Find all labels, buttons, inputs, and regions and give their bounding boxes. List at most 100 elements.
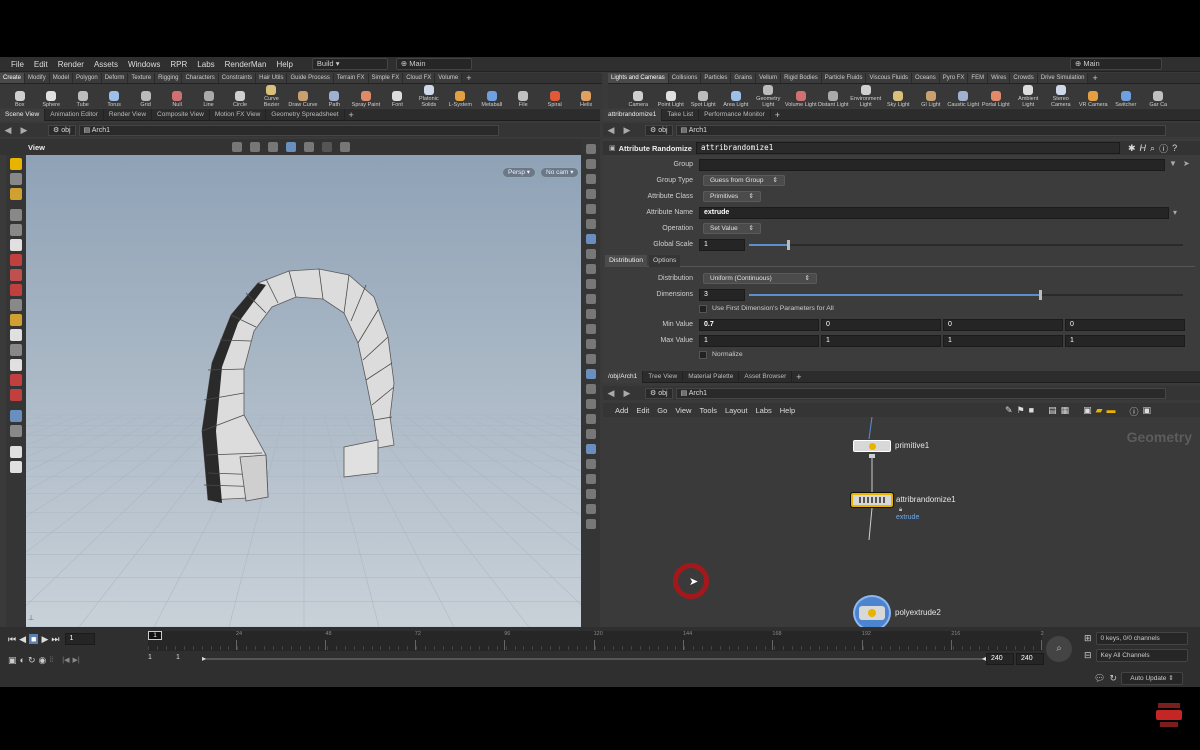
- pane-tab-2[interactable]: Render View: [104, 108, 153, 121]
- shelf-tab-cloud-fx[interactable]: Cloud FX: [403, 73, 436, 83]
- tool-spot-light[interactable]: Spot Light: [687, 84, 720, 108]
- add-pane-tab-icon[interactable]: +: [345, 110, 358, 120]
- shading-icon[interactable]: [304, 142, 314, 152]
- camera-menu[interactable]: No cam ▾: [540, 167, 580, 178]
- shelf-tab-volume[interactable]: Volume: [435, 73, 463, 83]
- viewer-option-icon-10[interactable]: [585, 294, 596, 304]
- select-icon[interactable]: [10, 209, 22, 221]
- chat-icon[interactable]: 💬︎: [1094, 673, 1105, 684]
- pane-tab-2[interactable]: Performance Monitor: [699, 108, 771, 121]
- tool-file[interactable]: File: [508, 84, 539, 108]
- add-pane-tab-icon[interactable]: +: [771, 110, 784, 120]
- viewer-option-icon-21[interactable]: [585, 459, 596, 469]
- auto-update-dropdown[interactable]: Auto Update ⇕: [1120, 672, 1183, 685]
- key-all-icon[interactable]: ⊟: [1084, 650, 1092, 661]
- persp-menu[interactable]: Persp ▾: [502, 167, 537, 178]
- tab-options[interactable]: Options: [649, 254, 681, 267]
- tool-font[interactable]: Font: [382, 84, 413, 108]
- tool-camera[interactable]: Camera: [622, 84, 655, 108]
- transform-icon[interactable]: [250, 142, 260, 152]
- menu-item-labs[interactable]: Labs: [192, 57, 219, 72]
- tool-volume-light[interactable]: Volume Light: [785, 84, 818, 108]
- shelf-tab-rigid-bodies[interactable]: Rigid Bodies: [781, 73, 822, 83]
- viewer-option-icon-14[interactable]: [585, 354, 596, 364]
- render-icon[interactable]: [10, 446, 22, 458]
- viewer-option-icon-7[interactable]: [585, 249, 596, 259]
- min-value-field-2[interactable]: 0: [943, 319, 1063, 331]
- select-icon[interactable]: [232, 142, 242, 152]
- group-field[interactable]: [699, 159, 1165, 171]
- primitive-node[interactable]: [853, 440, 891, 452]
- shelf-tab-crowds[interactable]: Crowds: [1010, 73, 1038, 83]
- tool-grid[interactable]: Grid: [130, 84, 161, 108]
- shelf-tab-pyro-fx[interactable]: Pyro FX: [939, 73, 969, 83]
- shelf-tab-oceans[interactable]: Oceans: [912, 73, 940, 83]
- pane-tab-4[interactable]: Motion FX View: [210, 108, 267, 121]
- network-path-root[interactable]: ⚙ obj: [645, 387, 673, 399]
- shelf-tab-terrain-fx[interactable]: Terrain FX: [333, 73, 369, 83]
- network-menu-help[interactable]: Help: [776, 406, 799, 415]
- keyframe-icon[interactable]: ⊞: [1084, 633, 1092, 644]
- record-icon[interactable]: ◉: [39, 655, 47, 666]
- tool-area-light[interactable]: Area Light: [720, 84, 753, 108]
- viewer-option-icon-22[interactable]: [585, 474, 596, 484]
- viewer-option-icon-23[interactable]: [585, 489, 596, 499]
- prev-key-icon[interactable]: |◀: [62, 656, 69, 664]
- tool-helix[interactable]: Helix: [570, 84, 601, 108]
- shelf-tab-constraints[interactable]: Constraints: [218, 73, 257, 83]
- gear-icon[interactable]: ✱: [1128, 143, 1136, 154]
- shelf-tab-deform[interactable]: Deform: [101, 73, 129, 83]
- network-menu-labs[interactable]: Labs: [751, 406, 775, 415]
- camera-icon[interactable]: [340, 142, 350, 152]
- current-frame-field[interactable]: 1: [64, 633, 95, 645]
- range-start-a[interactable]: 1: [148, 654, 152, 661]
- timeline-playhead[interactable]: 1: [148, 631, 162, 640]
- add-shelf-tab-icon[interactable]: +: [462, 73, 475, 83]
- viewer-option-icon-12[interactable]: [585, 324, 596, 334]
- range-start-b[interactable]: 1: [176, 654, 180, 661]
- jump-end-icon[interactable]: ⏭: [51, 634, 59, 645]
- audio-icon[interactable]: ⌕: [1046, 636, 1072, 662]
- range-start-handle[interactable]: ▸: [202, 654, 206, 663]
- viewer-option-icon-9[interactable]: [585, 279, 596, 289]
- menu-item-renderman[interactable]: RenderMan: [220, 57, 272, 72]
- menu-item-file[interactable]: File: [6, 57, 29, 72]
- group-type-menu[interactable]: Guess from Group ⇕: [703, 175, 785, 186]
- network-menu-tools[interactable]: Tools: [695, 406, 721, 415]
- viewer-option-icon-18[interactable]: [585, 414, 596, 424]
- pane-tab-3[interactable]: Composite View: [152, 108, 210, 121]
- menu-item-edit[interactable]: Edit: [29, 57, 53, 72]
- pane-tab-2[interactable]: Material Palette: [683, 370, 740, 383]
- path-root[interactable]: ⚙ obj: [48, 124, 76, 136]
- pane-tab-1[interactable]: Animation Editor: [45, 108, 104, 121]
- shelf-tab-texture[interactable]: Texture: [128, 73, 156, 83]
- refresh-icon[interactable]: ↻: [1109, 673, 1117, 684]
- param-path-node[interactable]: ▤ Arch1: [675, 124, 1166, 136]
- global-scale-handle[interactable]: [787, 240, 791, 250]
- desktop-dropdown[interactable]: Build ▾: [311, 58, 388, 70]
- loop-icon[interactable]: ↻: [28, 655, 36, 666]
- right-main-dropdown[interactable]: ⊕ Main: [1070, 58, 1162, 70]
- play-icon[interactable]: ▶: [41, 634, 48, 645]
- viewer-option-icon-16[interactable]: [585, 384, 596, 394]
- snap-icon[interactable]: [10, 389, 22, 401]
- node-name-field[interactable]: attribrandomize1: [695, 142, 1120, 154]
- timeline-ruler[interactable]: 1 24 48 72 96 120 144 168 192 216 2: [148, 631, 1044, 651]
- network-menu-edit[interactable]: Edit: [632, 406, 653, 415]
- primitive-output-port[interactable]: [869, 454, 875, 458]
- menu-item-rpr[interactable]: RPR: [165, 57, 192, 72]
- tool-gi-light[interactable]: GI Light: [915, 84, 948, 108]
- shelf-tab-grains[interactable]: Grains: [731, 73, 757, 83]
- use-first-dim-checkbox[interactable]: [699, 305, 707, 313]
- tool-vr-camera[interactable]: VR Camera: [1077, 84, 1110, 108]
- dimensions-handle[interactable]: [1038, 290, 1042, 300]
- viewer-option-icon-0[interactable]: [585, 144, 596, 154]
- tool-platonic-solids[interactable]: Platonic Solids: [413, 84, 444, 108]
- distribution-menu[interactable]: Uniform (Continuous) ⇕: [703, 273, 817, 284]
- jump-start-icon[interactable]: ⏮: [8, 634, 16, 645]
- grab-icon[interactable]: [10, 374, 22, 386]
- main-dropdown[interactable]: ⊕ Main: [395, 58, 472, 70]
- forward-arrow-icon[interactable]: ▶: [16, 124, 32, 136]
- viewer-option-icon-25[interactable]: [585, 519, 596, 529]
- network-menu-view[interactable]: View: [671, 406, 695, 415]
